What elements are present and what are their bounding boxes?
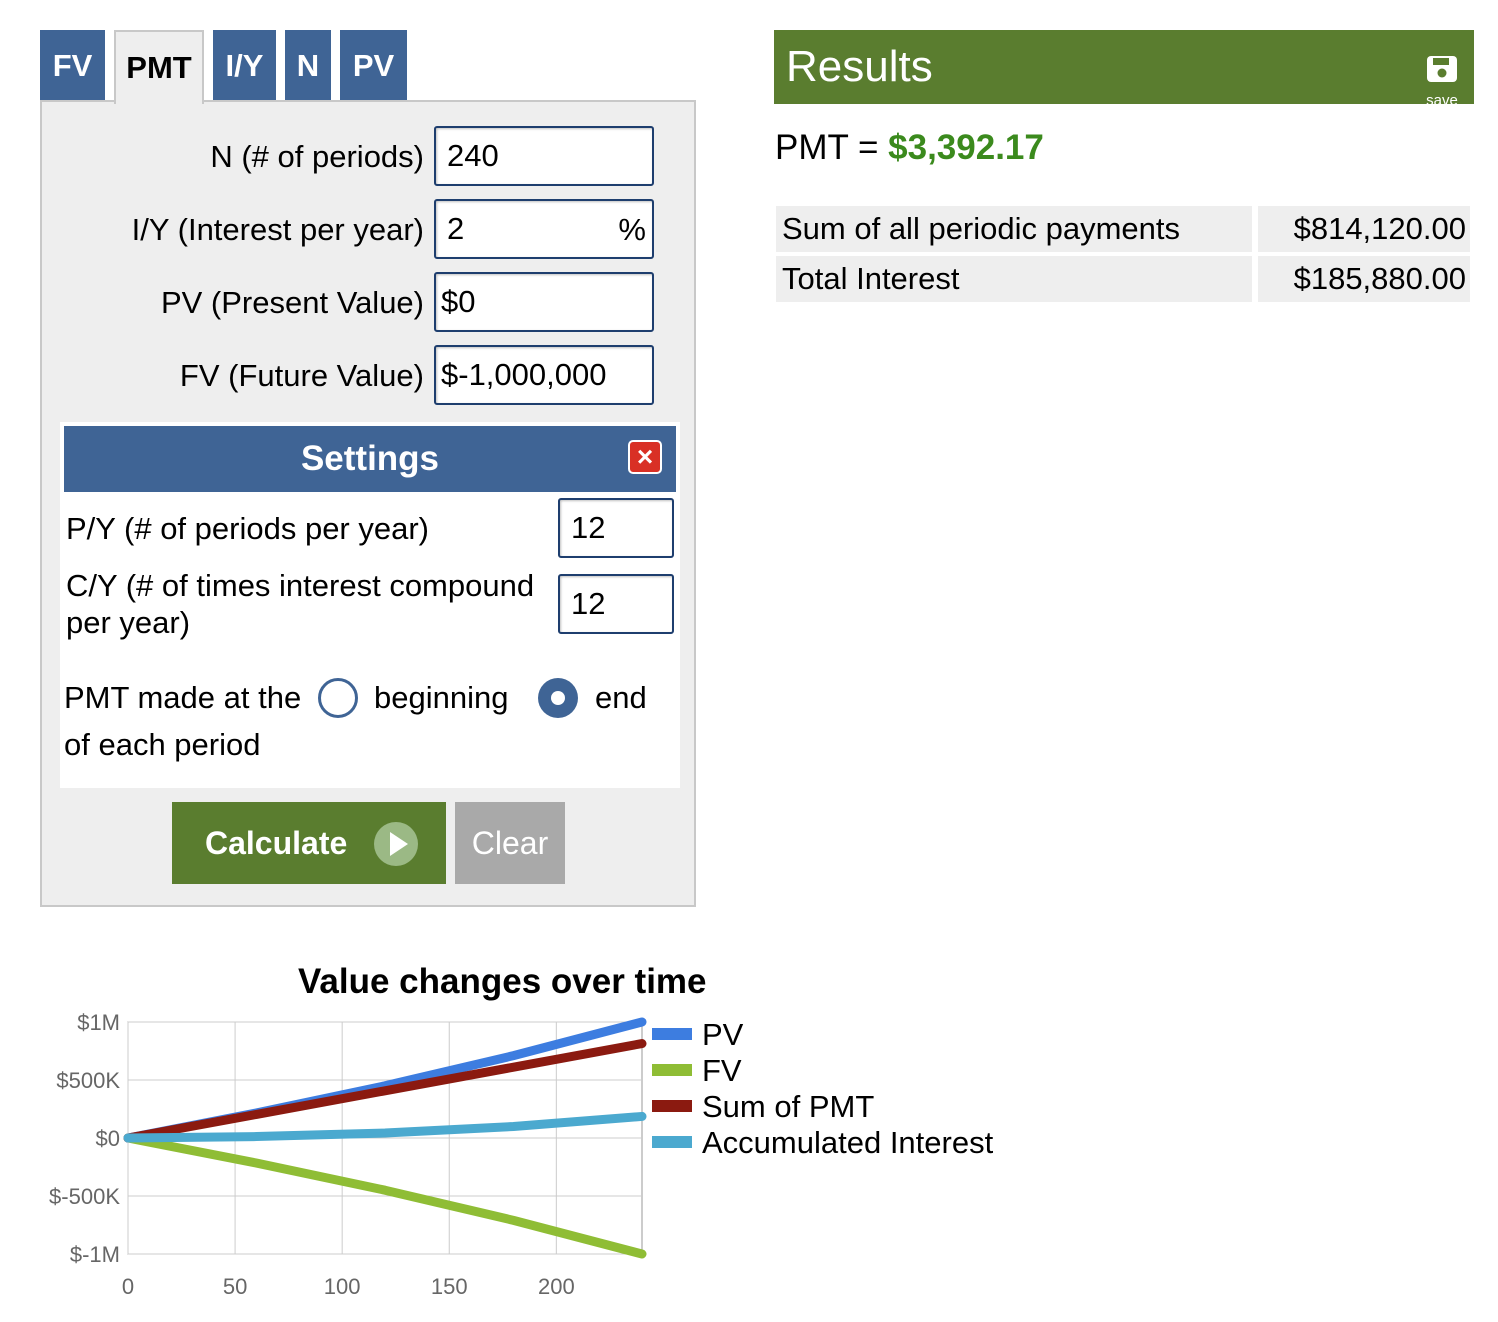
settings-section: Settings × P/Y (# of periods per year) 1…: [60, 422, 680, 788]
py-input[interactable]: 12: [558, 498, 674, 558]
y-tick-label: $-1M: [70, 1242, 120, 1267]
clear-button[interactable]: Clear: [455, 802, 565, 884]
x-tick-label: 100: [324, 1274, 361, 1299]
legend-swatch: [652, 1136, 692, 1148]
n-input[interactable]: 240: [434, 126, 654, 186]
cy-label-line1: C/Y (# of times interest compound: [66, 568, 535, 603]
legend-swatch: [652, 1028, 692, 1040]
save-label: save: [1426, 92, 1458, 109]
legend-swatch: [652, 1100, 692, 1112]
row-value: $185,880.00: [1258, 256, 1470, 302]
calculate-button[interactable]: Calculate: [172, 802, 446, 884]
tab-n[interactable]: N: [285, 30, 331, 102]
pmt-result-label: PMT =: [775, 128, 889, 167]
tab-pmt[interactable]: PMT: [114, 30, 204, 104]
percent-unit: %: [618, 212, 646, 247]
cy-input[interactable]: 12: [558, 574, 674, 634]
row-value: $814,120.00: [1258, 206, 1470, 252]
iy-label: I/Y (Interest per year): [131, 212, 424, 247]
row-label: Sum of all periodic payments: [776, 206, 1252, 252]
pv-input[interactable]: $0: [434, 272, 654, 332]
x-tick-label: 200: [538, 1274, 575, 1299]
legend-swatch: [652, 1064, 692, 1076]
save-icon: [1427, 56, 1457, 82]
pmt-result-value: $3,392.17: [888, 128, 1044, 167]
y-tick-label: $1M: [77, 1010, 120, 1035]
pmt-made-label: PMT made at the: [64, 680, 302, 715]
fv-label: FV (Future Value): [179, 358, 424, 393]
x-tick-label: 0: [122, 1274, 134, 1299]
results-header: Results save: [774, 30, 1474, 109]
tab-iy[interactable]: I/Y: [213, 30, 276, 102]
pv-label: PV (Present Value): [160, 285, 424, 320]
tab-fv[interactable]: FV: [40, 30, 105, 102]
legend-label: PV: [702, 1017, 744, 1052]
iy-input[interactable]: 2 %: [434, 199, 654, 259]
radio-end-label[interactable]: end: [595, 679, 647, 716]
save-button[interactable]: save: [1422, 44, 1462, 109]
play-icon: [374, 822, 418, 866]
x-tick-label: 150: [431, 1274, 468, 1299]
fv-input[interactable]: $-1,000,000: [434, 345, 654, 405]
of-each-period-label: of each period: [64, 727, 261, 762]
legend-label: Accumulated Interest: [702, 1125, 994, 1160]
cy-label-line2: per year): [66, 605, 191, 640]
x-tick-label: 50: [223, 1274, 247, 1299]
legend-label: Sum of PMT: [702, 1089, 874, 1124]
value-chart: 0 50 100 150 200 $1M $500K $0 $-500K $-1M PVFVSum …: [49, 1010, 994, 1299]
close-icon[interactable]: ×: [628, 440, 662, 474]
calculate-label: Calculate: [205, 824, 348, 861]
legend-label: FV: [702, 1053, 742, 1088]
y-tick-label: $-500K: [49, 1184, 120, 1209]
results-title: Results: [786, 42, 933, 91]
radio-end[interactable]: [538, 678, 578, 718]
pmt-result: PMT = $3,392.17: [775, 128, 1044, 168]
py-label: P/Y (# of periods per year): [66, 511, 429, 546]
radio-beginning[interactable]: [318, 678, 358, 718]
y-tick-label: $0: [96, 1126, 120, 1151]
tab-pv[interactable]: PV: [340, 30, 407, 102]
row-label: Total Interest: [776, 256, 1252, 302]
iy-value: 2: [447, 211, 465, 246]
n-label: N (# of periods): [210, 139, 424, 174]
settings-title: Settings: [300, 439, 440, 478]
chart-title: Value changes over time: [298, 962, 707, 1001]
calculator-panel: N (# of periods) 240 I/Y (Interest per y…: [40, 100, 696, 907]
radio-beginning-label[interactable]: beginning: [374, 679, 508, 716]
settings-header: Settings ×: [64, 426, 676, 492]
y-tick-label: $500K: [56, 1068, 120, 1093]
